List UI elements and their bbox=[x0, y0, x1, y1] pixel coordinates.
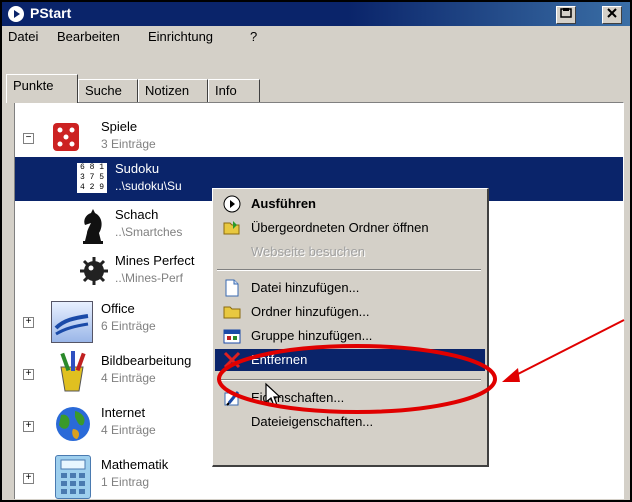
tab-punkte[interactable]: Punkte bbox=[6, 74, 78, 103]
annotation-overlay bbox=[217, 319, 625, 414]
annotation-arrow-head bbox=[502, 368, 520, 382]
highlight-ellipse bbox=[217, 344, 497, 414]
annotation-arrow-line bbox=[513, 319, 625, 377]
pstart-window: PStart Datei Bearbeiten Einrichtung ? Pu… bbox=[0, 0, 632, 502]
